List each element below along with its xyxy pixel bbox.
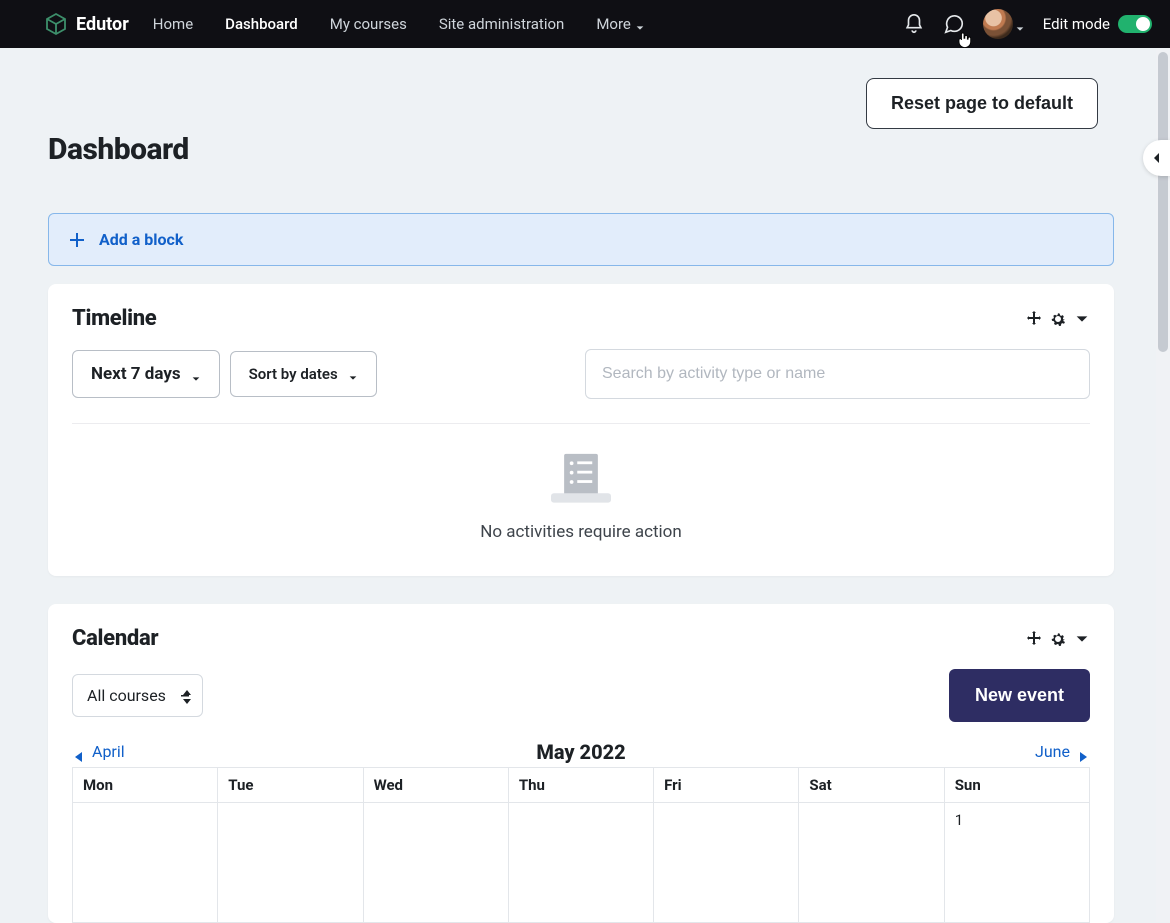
calendar-cell[interactable]: 1 <box>944 803 1089 923</box>
weekday-sat: Sat <box>799 768 944 803</box>
calendar-cell[interactable] <box>73 803 218 923</box>
add-block-button[interactable]: Add a block <box>48 213 1114 266</box>
nav-more-label: More <box>596 15 631 33</box>
weekday-tue: Tue <box>218 768 363 803</box>
triangle-right-icon <box>1078 747 1088 757</box>
chevron-down-icon <box>635 19 645 29</box>
calendar-cell[interactable] <box>654 803 799 923</box>
weekday-sun: Sun <box>944 768 1089 803</box>
calendar-cell[interactable] <box>218 803 363 923</box>
chevron-down-icon[interactable] <box>1074 311 1090 327</box>
timeline-empty-state: No activities require action <box>72 452 1090 548</box>
avatar <box>983 9 1013 39</box>
triangle-left-icon <box>74 747 84 757</box>
calendar-prev-month[interactable]: April <box>74 742 125 761</box>
chevron-down-icon <box>1015 19 1025 29</box>
weekday-fri: Fri <box>654 768 799 803</box>
nav-home[interactable]: Home <box>151 3 195 45</box>
nav-more[interactable]: More <box>594 3 647 45</box>
chevron-down-icon <box>348 369 358 379</box>
calendar-controls <box>1026 631 1090 647</box>
calendar-title: Calendar <box>72 626 158 651</box>
nav-mycourses[interactable]: My courses <box>328 3 409 45</box>
calendar-cell[interactable] <box>508 803 653 923</box>
nav-dashboard[interactable]: Dashboard <box>223 3 300 45</box>
calendar-course-select[interactable]: All courses <box>72 674 203 717</box>
add-block-label: Add a block <box>99 230 183 249</box>
timeline-sort-dropdown[interactable]: Sort by dates <box>230 351 377 397</box>
nav-siteadmin[interactable]: Site administration <box>437 3 566 45</box>
new-event-button[interactable]: New event <box>949 669 1090 722</box>
messages-icon[interactable] <box>943 13 965 35</box>
edit-mode: Edit mode <box>1043 15 1152 33</box>
calendar-cell[interactable] <box>363 803 508 923</box>
chevron-down-icon <box>191 369 201 379</box>
user-menu[interactable] <box>983 9 1025 39</box>
gear-icon[interactable] <box>1050 311 1066 327</box>
brand-name: Edutor <box>76 14 129 35</box>
timeline-sort-label: Sort by dates <box>249 365 338 383</box>
weekday-thu: Thu <box>508 768 653 803</box>
timeline-empty-text: No activities require action <box>480 522 682 542</box>
timeline-range-dropdown[interactable]: Next 7 days <box>72 350 220 398</box>
edit-mode-toggle[interactable] <box>1118 15 1152 33</box>
calendar-course-label: All courses <box>87 686 166 705</box>
brand-logo-icon <box>44 12 68 36</box>
calendar-cell[interactable] <box>799 803 944 923</box>
select-sort-icon <box>182 689 192 703</box>
timeline-title: Timeline <box>72 306 156 331</box>
timeline-search-input[interactable] <box>585 349 1090 399</box>
edit-mode-label: Edit mode <box>1043 15 1110 33</box>
chevron-down-icon[interactable] <box>1074 631 1090 647</box>
calendar-next-label: June <box>1035 742 1070 761</box>
empty-list-icon <box>551 452 611 504</box>
timeline-card: Timeline Next 7 days So <box>48 284 1114 576</box>
plus-icon <box>69 232 85 248</box>
reset-page-button[interactable]: Reset page to default <box>866 78 1098 129</box>
notifications-icon[interactable] <box>903 13 925 35</box>
calendar-current-month: May 2022 <box>536 740 625 764</box>
page-title: Dashboard <box>48 132 1114 167</box>
brand[interactable]: Edutor <box>44 12 129 36</box>
weekday-mon: Mon <box>73 768 218 803</box>
calendar-prev-label: April <box>92 742 125 761</box>
nav-right: Edit mode <box>903 9 1152 39</box>
nav-links: Home Dashboard My courses Site administr… <box>151 3 647 45</box>
timeline-controls <box>1026 311 1090 327</box>
move-icon[interactable] <box>1026 631 1042 647</box>
timeline-range-label: Next 7 days <box>91 364 181 384</box>
page-body: Reset page to default Dashboard Add a bl… <box>0 48 1170 923</box>
move-icon[interactable] <box>1026 311 1042 327</box>
calendar-next-month[interactable]: June <box>1035 742 1088 761</box>
calendar-table: Mon Tue Wed Thu Fri Sat Sun 1 <box>72 767 1090 923</box>
divider <box>72 423 1090 424</box>
top-navbar: Edutor Home Dashboard My courses Site ad… <box>0 0 1170 48</box>
weekday-wed: Wed <box>363 768 508 803</box>
gear-icon[interactable] <box>1050 631 1066 647</box>
calendar-card: Calendar All courses New event <box>48 604 1114 923</box>
